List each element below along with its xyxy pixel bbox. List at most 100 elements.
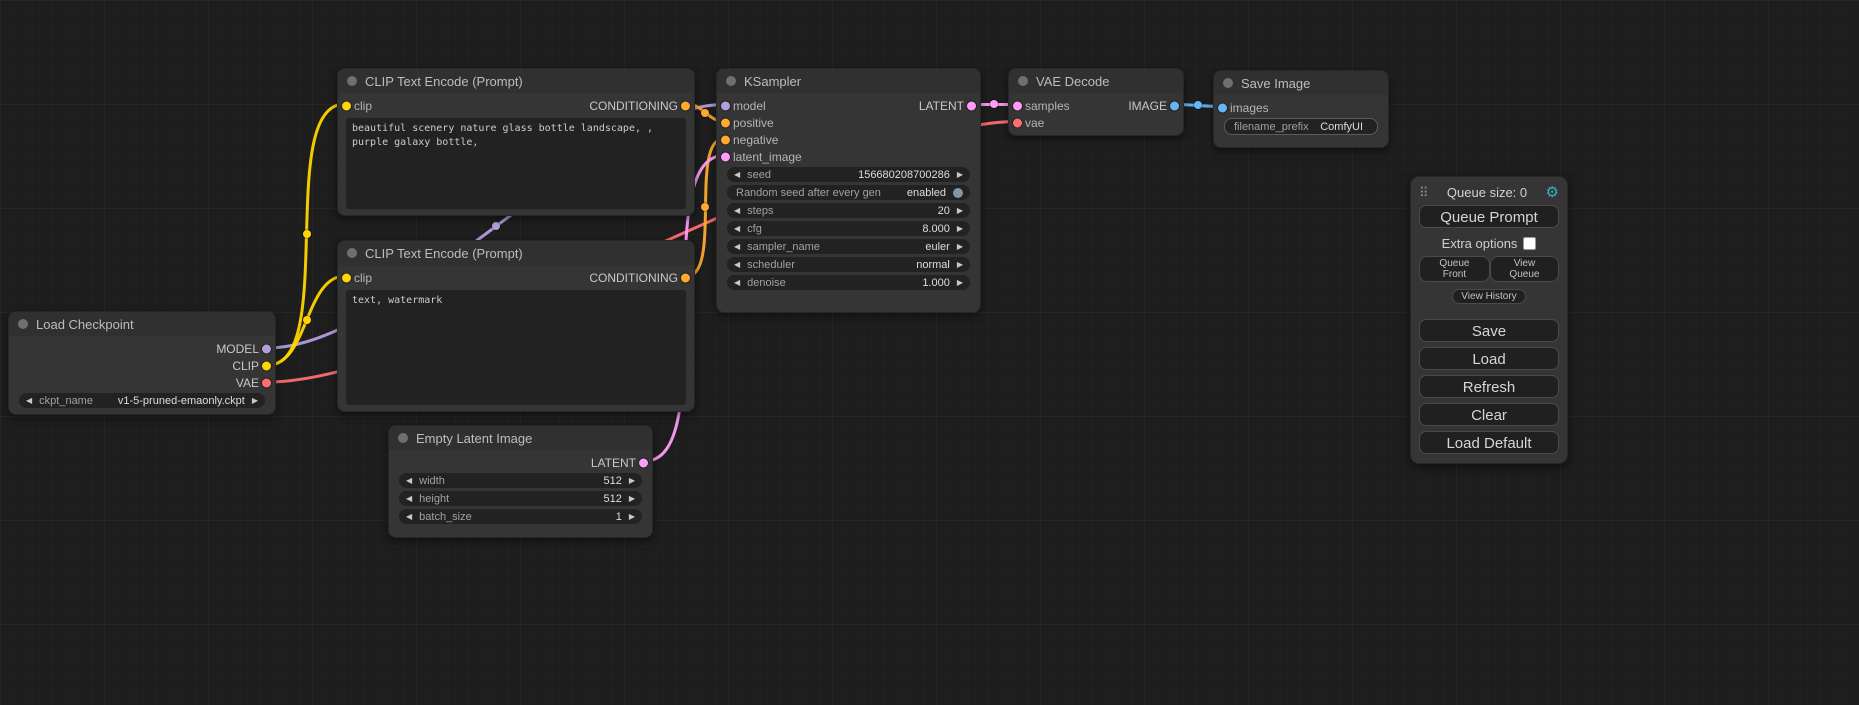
arrow-left-icon[interactable]: ◀ xyxy=(734,225,740,233)
queue-prompt-button[interactable]: Queue Prompt xyxy=(1419,205,1559,228)
collapse-dot-icon[interactable] xyxy=(347,248,357,258)
node-titlebar[interactable]: Load Checkpoint xyxy=(9,312,275,336)
output-socket-conditioning[interactable] xyxy=(681,273,690,282)
arrow-left-icon[interactable]: ◀ xyxy=(26,397,32,405)
widget-denoise[interactable]: ◀ denoise 1.000 ▶ xyxy=(727,275,970,290)
extra-options-checkbox[interactable] xyxy=(1523,237,1536,250)
arrow-left-icon[interactable]: ◀ xyxy=(406,495,412,503)
widget-cfg[interactable]: ◀ cfg 8.000 ▶ xyxy=(727,221,970,236)
clear-button[interactable]: Clear xyxy=(1419,403,1559,426)
output-socket-image[interactable] xyxy=(1170,101,1179,110)
view-queue-button[interactable]: View Queue xyxy=(1490,256,1559,282)
widget-value: 1.000 xyxy=(922,277,950,289)
widget-scheduler[interactable]: ◀ scheduler normal ▶ xyxy=(727,257,970,272)
node-load-checkpoint[interactable]: Load Checkpoint MODEL CLIP VAE ◀ ckpt_na… xyxy=(8,311,276,415)
input-socket-vae[interactable] xyxy=(1013,118,1022,127)
node-titlebar[interactable]: CLIP Text Encode (Prompt) xyxy=(338,69,694,93)
arrow-right-icon[interactable]: ▶ xyxy=(629,495,635,503)
arrow-right-icon[interactable]: ▶ xyxy=(629,477,635,485)
queue-front-button[interactable]: Queue Front xyxy=(1419,256,1490,282)
widget-label: height xyxy=(419,493,449,505)
node-vae-decode[interactable]: VAE Decode samples IMAGE vae xyxy=(1008,68,1184,136)
prompt-textarea[interactable]: text, watermark xyxy=(346,290,686,405)
wire-midpoint-dot xyxy=(303,230,311,238)
collapse-dot-icon[interactable] xyxy=(18,319,28,329)
slot-row: samples IMAGE xyxy=(1009,97,1183,114)
node-title: VAE Decode xyxy=(1036,74,1109,89)
node-titlebar[interactable]: KSampler xyxy=(717,69,980,93)
output-slot-vae: VAE xyxy=(9,374,275,391)
arrow-right-icon[interactable]: ▶ xyxy=(957,243,963,251)
arrow-right-icon[interactable]: ▶ xyxy=(957,261,963,269)
input-socket-model[interactable] xyxy=(721,101,730,110)
collapse-dot-icon[interactable] xyxy=(398,433,408,443)
widget-steps[interactable]: ◀ steps 20 ▶ xyxy=(727,203,970,218)
widget-value: 8.000 xyxy=(922,223,950,235)
arrow-left-icon[interactable]: ◀ xyxy=(734,171,740,179)
slot-row: latent_image xyxy=(717,148,980,165)
arrow-right-icon[interactable]: ▶ xyxy=(957,171,963,179)
output-socket-vae[interactable] xyxy=(262,378,271,387)
widget-width[interactable]: ◀ width 512 ▶ xyxy=(399,473,642,488)
wire-midpoint-dot xyxy=(701,109,709,117)
save-button[interactable]: Save xyxy=(1419,319,1559,342)
node-save-image[interactable]: Save Image images filename_prefix ComfyU… xyxy=(1213,70,1389,148)
collapse-dot-icon[interactable] xyxy=(726,76,736,86)
widget-sampler-name[interactable]: ◀ sampler_name euler ▶ xyxy=(727,239,970,254)
prompt-textarea[interactable]: beautiful scenery nature glass bottle la… xyxy=(346,118,686,209)
widget-ckpt-name[interactable]: ◀ ckpt_name v1-5-pruned-emaonly.ckpt ▶ xyxy=(19,393,265,408)
output-socket-latent[interactable] xyxy=(639,458,648,467)
input-socket-images[interactable] xyxy=(1218,103,1227,112)
output-socket-model[interactable] xyxy=(262,344,271,353)
node-title: CLIP Text Encode (Prompt) xyxy=(365,246,523,261)
widget-value: 1 xyxy=(616,511,622,523)
collapse-dot-icon[interactable] xyxy=(1018,76,1028,86)
arrow-right-icon[interactable]: ▶ xyxy=(957,225,963,233)
node-titlebar[interactable]: Save Image xyxy=(1214,71,1388,95)
arrow-left-icon[interactable]: ◀ xyxy=(734,279,740,287)
refresh-button[interactable]: Refresh xyxy=(1419,375,1559,398)
arrow-right-icon[interactable]: ▶ xyxy=(252,397,258,405)
collapse-dot-icon[interactable] xyxy=(1223,78,1233,88)
output-label: VAE xyxy=(236,376,259,390)
widget-random-seed-toggle[interactable]: Random seed after every gen enabled xyxy=(727,185,970,200)
widget-label: seed xyxy=(747,169,771,181)
gear-icon[interactable]: ⚙ xyxy=(1546,185,1559,200)
arrow-left-icon[interactable]: ◀ xyxy=(406,513,412,521)
node-titlebar[interactable]: VAE Decode xyxy=(1009,69,1183,93)
output-socket-latent[interactable] xyxy=(967,101,976,110)
widget-seed[interactable]: ◀ seed 156680208700286 ▶ xyxy=(727,167,970,182)
node-titlebar[interactable]: CLIP Text Encode (Prompt) xyxy=(338,241,694,265)
arrow-left-icon[interactable]: ◀ xyxy=(734,243,740,251)
node-titlebar[interactable]: Empty Latent Image xyxy=(389,426,652,450)
widget-label: denoise xyxy=(747,277,786,289)
arrow-left-icon[interactable]: ◀ xyxy=(734,261,740,269)
node-clip-text-encode-positive[interactable]: CLIP Text Encode (Prompt) clip CONDITION… xyxy=(337,68,695,216)
widget-filename-prefix[interactable]: filename_prefix ComfyUI xyxy=(1224,118,1378,135)
load-default-button[interactable]: Load Default xyxy=(1419,431,1559,454)
drag-handle-icon[interactable]: ⠿ xyxy=(1419,186,1429,199)
node-ksampler[interactable]: KSampler model LATENT positive negative … xyxy=(716,68,981,313)
arrow-right-icon[interactable]: ▶ xyxy=(629,513,635,521)
widget-height[interactable]: ◀ height 512 ▶ xyxy=(399,491,642,506)
graph-canvas[interactable]: Load Checkpoint MODEL CLIP VAE ◀ ckpt_na… xyxy=(0,0,1859,705)
widget-batch-size[interactable]: ◀ batch_size 1 ▶ xyxy=(399,509,642,524)
node-empty-latent-image[interactable]: Empty Latent Image LATENT ◀ width 512 ▶ … xyxy=(388,425,653,538)
input-socket-clip[interactable] xyxy=(342,273,351,282)
output-socket-clip[interactable] xyxy=(262,361,271,370)
output-socket-conditioning[interactable] xyxy=(681,101,690,110)
arrow-right-icon[interactable]: ▶ xyxy=(957,279,963,287)
input-socket-negative[interactable] xyxy=(721,135,730,144)
load-button[interactable]: Load xyxy=(1419,347,1559,370)
node-clip-text-encode-negative[interactable]: CLIP Text Encode (Prompt) clip CONDITION… xyxy=(337,240,695,412)
arrow-right-icon[interactable]: ▶ xyxy=(957,207,963,215)
toggle-dot-icon[interactable] xyxy=(953,188,963,198)
input-socket-latent-image[interactable] xyxy=(721,152,730,161)
input-socket-clip[interactable] xyxy=(342,101,351,110)
arrow-left-icon[interactable]: ◀ xyxy=(734,207,740,215)
view-history-button[interactable]: View History xyxy=(1452,289,1525,304)
arrow-left-icon[interactable]: ◀ xyxy=(406,477,412,485)
collapse-dot-icon[interactable] xyxy=(347,76,357,86)
input-socket-positive[interactable] xyxy=(721,118,730,127)
input-socket-samples[interactable] xyxy=(1013,101,1022,110)
